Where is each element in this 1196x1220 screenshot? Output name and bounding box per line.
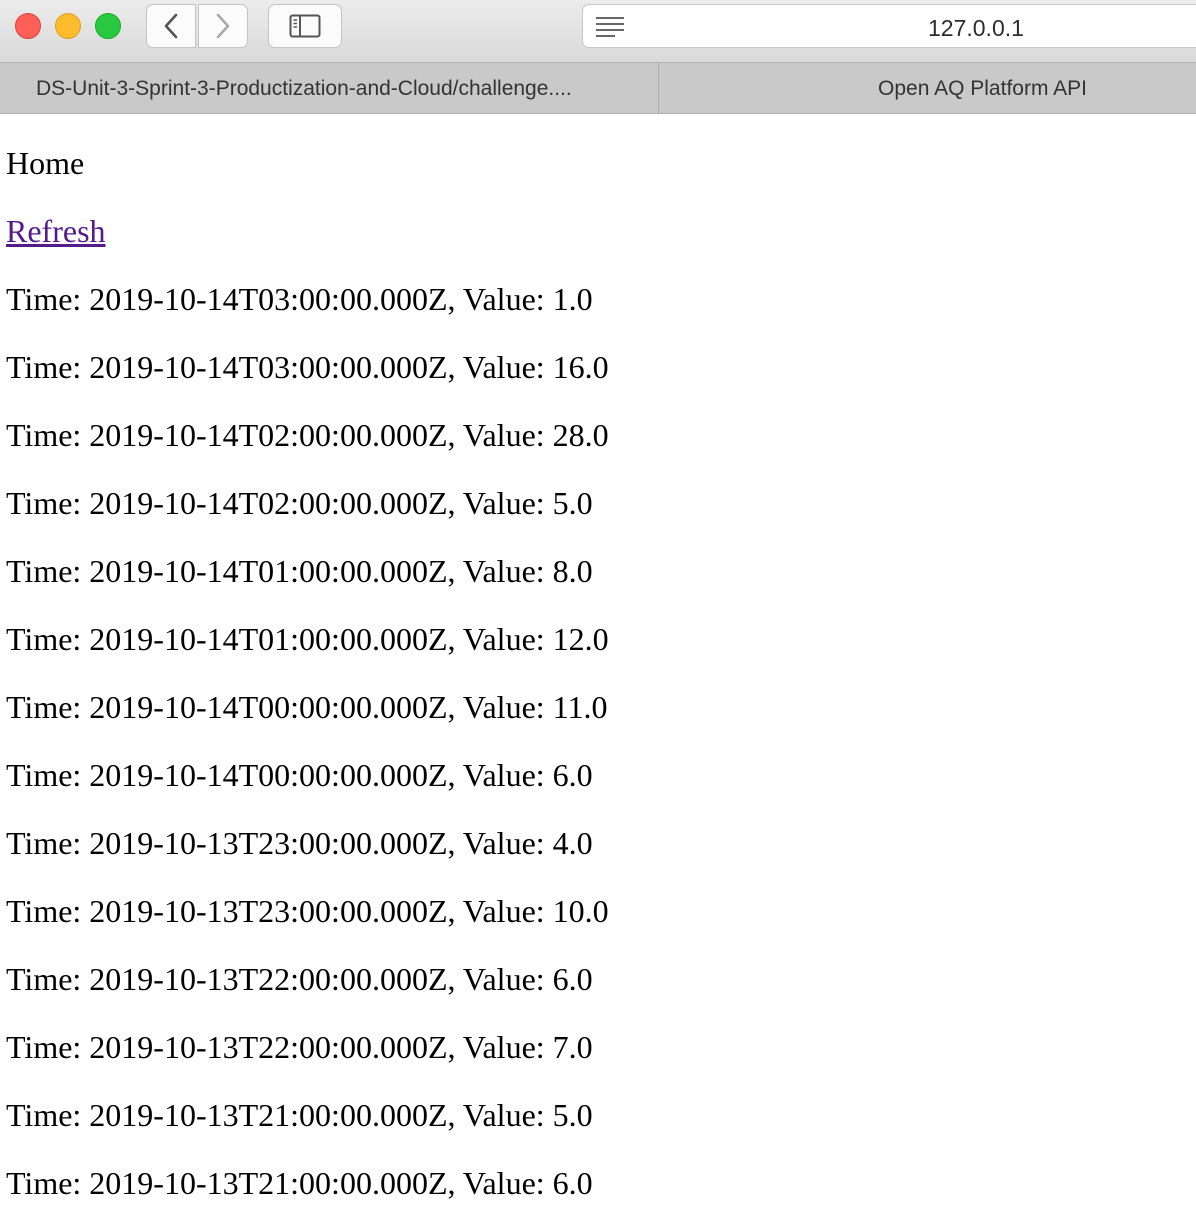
browser-toolbar: 127.0.0.1 — [0, 0, 1196, 62]
list-item: Time: 2019-10-14T00:00:00.000Z, Value: 1… — [6, 689, 608, 725]
chevron-left-icon — [164, 13, 178, 39]
list-item: Time: 2019-10-13T23:00:00.000Z, Value: 1… — [6, 893, 609, 929]
tab-github-challenge[interactable]: DS-Unit-3-Sprint-3-Productization-and-Cl… — [0, 63, 658, 114]
minimize-window-button[interactable] — [55, 13, 81, 39]
list-item: Time: 2019-10-14T01:00:00.000Z, Value: 1… — [6, 621, 609, 657]
list-item: Time: 2019-10-13T21:00:00.000Z, Value: 6… — [6, 1165, 593, 1201]
list-item: Time: 2019-10-13T23:00:00.000Z, Value: 4… — [6, 825, 593, 861]
page-content: Home Refresh Time: 2019-10-14T03:00:00.0… — [6, 114, 1186, 1202]
close-window-button[interactable] — [15, 13, 41, 39]
sidebar-toggle-button[interactable] — [268, 4, 342, 48]
refresh-link[interactable]: Refresh — [6, 213, 106, 249]
tab-open-aq-platform-api[interactable]: Open AQ Platform API — [659, 63, 1196, 114]
tab-bar: DS-Unit-3-Sprint-3-Productization-and-Cl… — [0, 62, 1196, 114]
list-item: Time: 2019-10-14T02:00:00.000Z, Value: 5… — [6, 485, 593, 521]
reader-icon[interactable] — [595, 16, 625, 38]
list-item: Time: 2019-10-13T22:00:00.000Z, Value: 6… — [6, 961, 593, 997]
list-item: Time: 2019-10-14T01:00:00.000Z, Value: 8… — [6, 553, 593, 589]
list-item: Time: 2019-10-14T00:00:00.000Z, Value: 6… — [6, 757, 593, 793]
sidebar-icon — [289, 14, 321, 38]
forward-button[interactable] — [198, 4, 248, 48]
list-item: Time: 2019-10-14T03:00:00.000Z, Value: 1… — [6, 281, 593, 317]
measurement-list: Time: 2019-10-14T03:00:00.000Z, Value: 1… — [6, 281, 1186, 1202]
page-title: Home — [6, 145, 85, 181]
refresh-link-wrapper: Refresh — [6, 213, 1186, 250]
chevron-right-icon — [216, 13, 230, 39]
list-item: Time: 2019-10-13T22:00:00.000Z, Value: 7… — [6, 1029, 593, 1065]
url-text[interactable]: 127.0.0.1 — [928, 15, 1024, 42]
list-item: Time: 2019-10-13T21:00:00.000Z, Value: 5… — [6, 1097, 593, 1133]
back-button[interactable] — [146, 4, 196, 48]
list-item: Time: 2019-10-14T03:00:00.000Z, Value: 1… — [6, 349, 609, 385]
address-bar[interactable]: 127.0.0.1 — [582, 4, 1196, 48]
zoom-window-button[interactable] — [95, 13, 121, 39]
list-item: Time: 2019-10-14T02:00:00.000Z, Value: 2… — [6, 417, 609, 453]
